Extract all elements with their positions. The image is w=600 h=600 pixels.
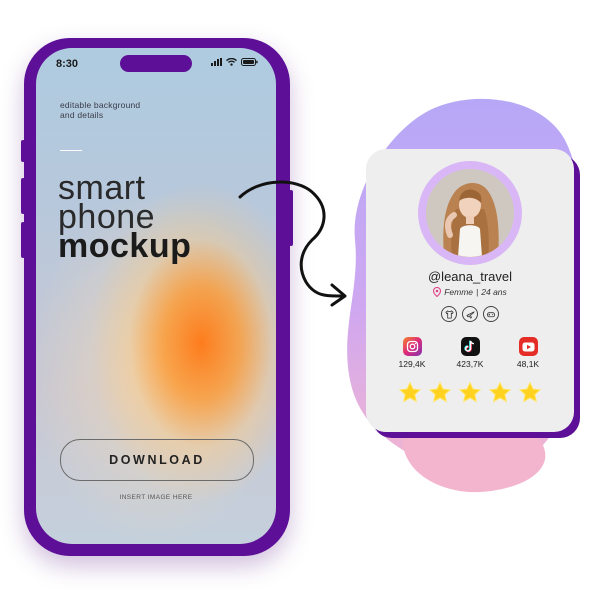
- star-icon: [458, 381, 482, 403]
- instagram-count: 129,4K: [398, 359, 426, 369]
- gamepad-icon: [483, 306, 499, 322]
- star-icon: [398, 381, 422, 403]
- avatar[interactable]: [426, 169, 514, 257]
- location-pin-icon: [433, 287, 442, 297]
- star-icon: [428, 381, 452, 403]
- star-icon: [518, 381, 542, 403]
- tiktok-icon: [460, 337, 480, 356]
- profile-meta: Femme | 24 ans: [366, 287, 574, 297]
- avatar-ring: [418, 161, 522, 265]
- profile-username: @leana_travel: [427, 269, 513, 284]
- social-tiktok[interactable]: 423,7K: [451, 337, 489, 369]
- profile-age: 24 ans: [481, 287, 507, 297]
- youtube-icon: [518, 337, 538, 356]
- social-youtube[interactable]: 48,1K: [509, 337, 547, 369]
- profile-gender: Femme: [444, 287, 474, 297]
- avatar-photo: [426, 169, 514, 257]
- social-instagram[interactable]: 129,4K: [393, 337, 431, 369]
- instagram-icon: [402, 337, 422, 356]
- profile-card: @leana_travel Femme | 24 ans 129,4K 423,…: [366, 149, 574, 432]
- social-stats: 129,4K 423,7K 48,1K: [366, 337, 574, 369]
- star-icon: [488, 381, 512, 403]
- star-rating: [366, 381, 574, 405]
- mockup-stage: 8:30 editable background and details sma…: [0, 0, 600, 600]
- youtube-count: 48,1K: [516, 359, 540, 369]
- shirt-icon: [441, 306, 457, 322]
- tiktok-count: 423,7K: [456, 359, 484, 369]
- interests-row: [366, 306, 574, 322]
- meta-separator: |: [476, 287, 479, 297]
- airplane-icon: [462, 306, 478, 322]
